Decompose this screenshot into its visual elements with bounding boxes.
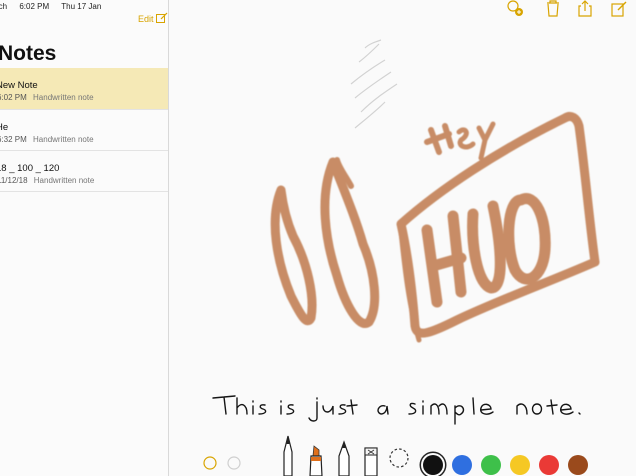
note-time: 6:32 PM — [0, 135, 27, 144]
compose-icon[interactable] — [156, 12, 168, 24]
note-list-item[interactable]: 18 _ 100 _ 120 11/12/18 Handwritten note — [0, 151, 168, 192]
marker-tool-icon[interactable] — [306, 444, 326, 476]
color-swatch-brown[interactable] — [568, 455, 588, 475]
status-bar: rch 6:02 PM Thu 17 Jan — [0, 2, 111, 11]
eraser-tool-icon[interactable] — [362, 446, 380, 476]
redo-icon[interactable] — [227, 456, 241, 470]
color-swatch-yellow[interactable] — [510, 455, 530, 475]
note-list-item[interactable]: New Note 6:02 PM Handwritten note — [0, 68, 168, 110]
note-title: He — [0, 122, 9, 133]
note-list-item[interactable]: He 6:32 PM Handwritten note — [0, 110, 168, 151]
note-meta: 6:32 PM Handwritten note — [0, 135, 94, 144]
status-carrier: rch — [0, 2, 8, 11]
note-kind: Handwritten note — [33, 176, 95, 185]
compose-note-icon[interactable] — [609, 0, 629, 18]
pencil-tool-icon[interactable] — [334, 440, 354, 476]
note-list: New Note 6:02 PM Handwritten note He 6:3… — [0, 68, 168, 192]
note-title: 18 _ 100 _ 120 — [0, 163, 60, 174]
note-time: 6:02 PM — [0, 93, 27, 102]
note-title: New Note — [0, 80, 38, 91]
color-swatch-red[interactable] — [539, 455, 559, 475]
drawing-canvas[interactable] — [169, 0, 636, 476]
color-swatch-black[interactable] — [423, 455, 443, 475]
trash-icon[interactable] — [543, 0, 563, 18]
add-people-icon[interactable] — [504, 0, 524, 18]
status-date: Thu 17 Jan — [61, 2, 102, 11]
note-kind: Handwritten note — [33, 135, 94, 144]
notes-sidebar: rch 6:02 PM Thu 17 Jan Edit Notes New No… — [0, 0, 169, 476]
handwritten-sentence — [212, 395, 581, 425]
color-swatch-green[interactable] — [481, 455, 501, 475]
pencil-scribble — [350, 39, 398, 129]
edit-button[interactable]: Edit — [138, 14, 154, 24]
marker-drawing — [270, 111, 600, 343]
pen-tool-icon[interactable] — [278, 434, 298, 476]
note-kind: Handwritten note — [33, 93, 94, 102]
undo-icon[interactable] — [203, 456, 217, 470]
handwriting-layer — [212, 39, 600, 425]
note-meta: 11/12/18 Handwritten note — [0, 176, 94, 185]
status-time: 6:02 PM — [19, 2, 50, 11]
notes-title: Notes — [0, 42, 57, 65]
share-icon[interactable] — [575, 0, 595, 18]
lasso-tool-icon[interactable] — [388, 447, 410, 469]
color-swatch-blue[interactable] — [452, 455, 472, 475]
note-meta: 6:02 PM Handwritten note — [0, 93, 94, 102]
note-time: 11/12/18 — [0, 176, 28, 185]
